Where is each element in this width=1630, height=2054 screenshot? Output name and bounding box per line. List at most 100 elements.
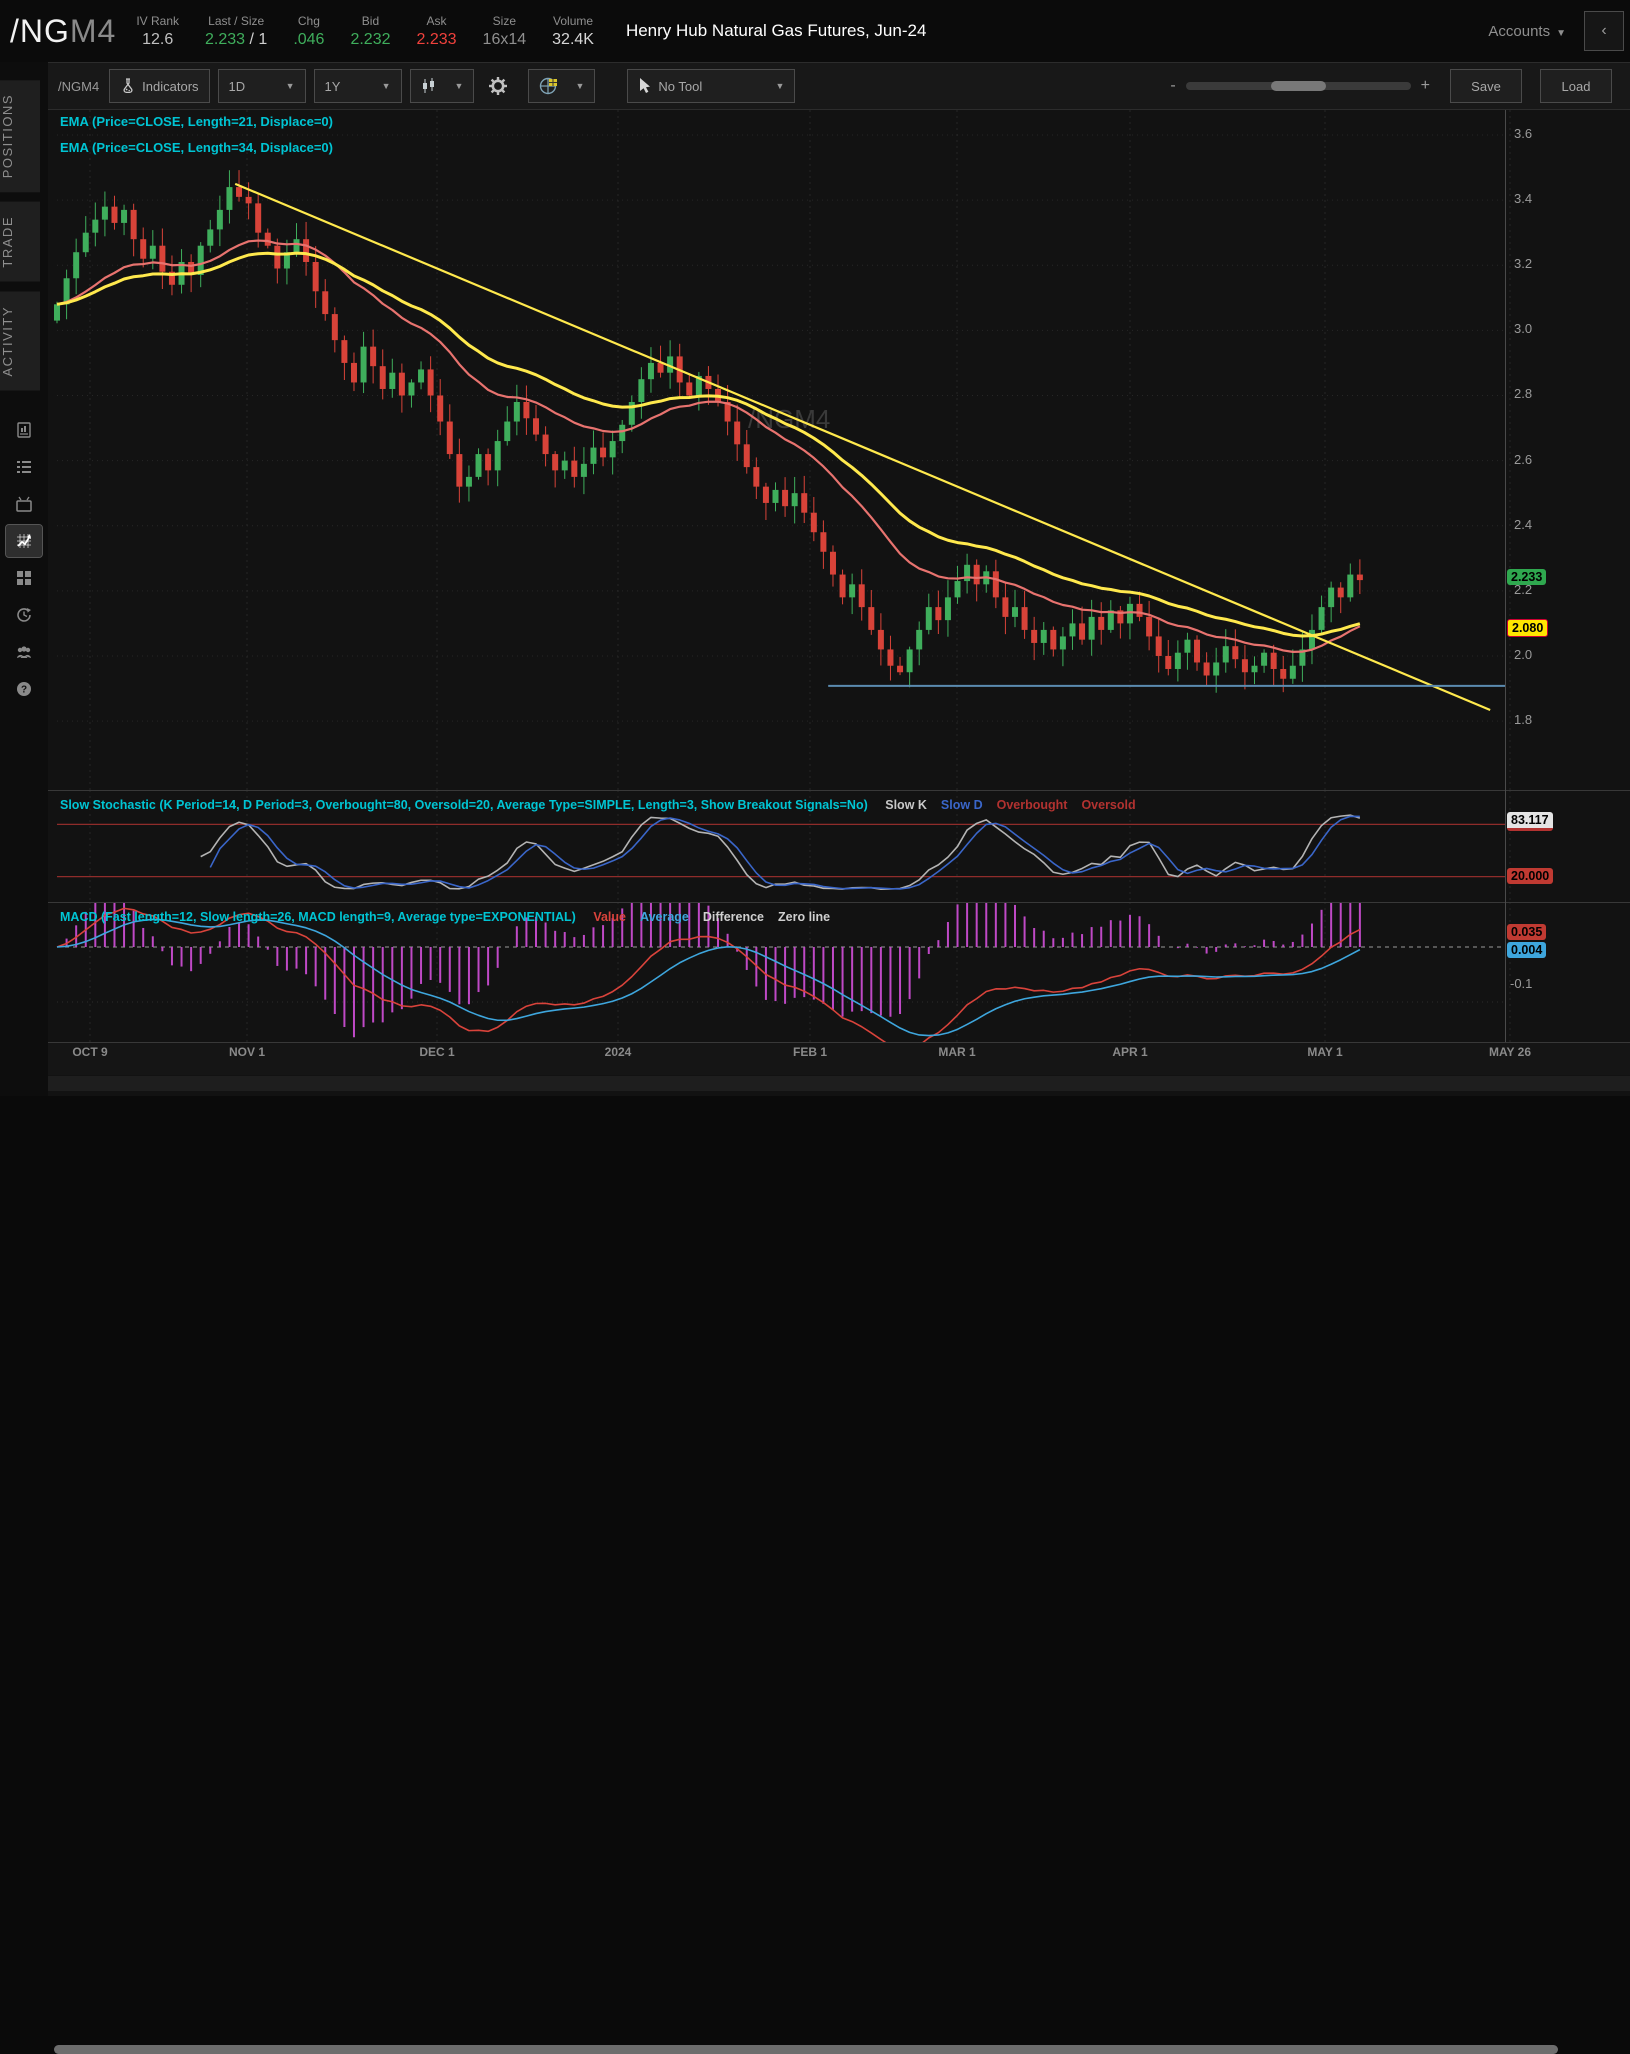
time-axis[interactable] [48,1042,1630,1075]
macd-params: MACD (Fast length=12, Slow length=26, MA… [60,910,576,924]
zoom-slider[interactable] [1185,81,1411,91]
quote-field-label: Bid [361,13,380,28]
sidebar-chart-icon[interactable] [5,524,43,559]
quote-field-size: Size 16x14 [483,14,527,49]
time-tick-label: MAY 1 [1307,1045,1343,1059]
sidebar-icons: ? [0,414,48,710]
quote-field-value: 2.233 [416,30,457,48]
sidebar-tabs: POSITIONS TRADE ACTIVITY [0,62,48,400]
left-sidebar: POSITIONS TRADE ACTIVITY ? [0,62,48,1096]
quote-field-label: Ask [426,13,447,28]
collapse-panel-button[interactable]: ‹ [1584,11,1624,51]
time-tick-label: FEB 1 [792,1045,828,1059]
load-label: Load [1561,78,1591,94]
time-tick-label: APR 1 [1112,1045,1148,1059]
grid-icon [17,571,31,586]
range-dropdown[interactable]: 1Y ▼ [313,69,402,103]
indicators-button[interactable]: Indicators [109,69,210,103]
watchlist-icon [17,461,31,474]
beaker-icon [123,78,133,94]
zoom-out-button[interactable]: - [1160,77,1185,95]
sidebar-tv-icon[interactable] [6,488,42,520]
flexible-grid-icon [540,77,558,95]
chart-symbol-label: /NGM4 [58,78,100,94]
sidebar-help-icon[interactable]: ? [6,673,42,705]
sidebar-watchlist-icon[interactable] [6,451,42,483]
chart-scrollbar-thumb[interactable] [54,2045,1558,2054]
time-tick-label: 2024 [604,1045,632,1059]
quote-field-ask: Ask 2.233 [417,14,457,49]
panel-divider[interactable] [48,790,1630,791]
quote-field-value: 2.232 [350,30,391,48]
sidebar-tab-activity[interactable]: ACTIVITY [0,291,40,391]
price-tick-label: 2.6 [1514,451,1533,467]
macd-legend: Value Average Difference Zero line [579,910,830,924]
symbol-title: /NGM4 [10,13,116,50]
sidebar-history-icon[interactable] [6,599,42,631]
ema34-study-label[interactable]: EMA (Price=CLOSE, Length=34, Displace=0) [60,140,333,155]
ema21-study-label[interactable]: EMA (Price=CLOSE, Length=21, Displace=0) [60,114,333,129]
quote-field-iv-rank: IV Rank 12.6 [136,14,179,49]
cursor-icon [640,78,651,93]
top-header: /NGM4 IV Rank 12.6 Last / Size 2.233 / 1 Chg… [0,0,1630,62]
report-icon [17,422,31,439]
price-tick-label: 3.4 [1514,191,1533,207]
save-button[interactable]: Save [1450,69,1522,103]
legend-zero-line: Zero line [778,910,831,924]
last-price-badge: 2.233 [1507,569,1547,585]
stochastic-study-label[interactable]: Slow Stochastic (K Period=14, D Period=3… [60,798,1136,812]
sidebar-tab-trade[interactable]: TRADE [0,202,40,282]
drawing-tool-dropdown[interactable]: No Tool ▼ [627,69,796,103]
sidebar-grid-icon[interactable] [6,562,42,594]
sidebar-community-icon[interactable] [6,636,42,668]
community-icon [17,646,31,659]
contract-title: Henry Hub Natural Gas Futures, Jun-24 [625,21,927,40]
zoom-slider-thumb[interactable] [1270,81,1326,91]
accounts-label: Accounts [1488,22,1551,40]
timeframe-value: 1D [228,78,246,94]
price-tick-label: 2.8 [1514,386,1533,402]
quote-field-value: 32.4K [552,30,594,48]
zoom-in-button[interactable]: + [1411,77,1440,95]
legend-oversold: Oversold [1081,798,1136,812]
load-button[interactable]: Load [1540,69,1612,103]
time-tick-label: MAR 1 [938,1045,976,1059]
chart-settings-button[interactable] [482,69,520,103]
time-tick-label: OCT 9 [72,1045,108,1059]
chevron-left-icon: ‹ [1601,22,1607,39]
macd-study-label[interactable]: MACD (Fast length=12, Slow length=26, MA… [60,910,830,924]
accounts-dropdown[interactable]: Accounts ▼ [1488,23,1566,40]
time-tick-label: NOV 1 [228,1045,266,1059]
macd-value-badge: 0.035 [1507,924,1547,940]
sidebar-tab-positions[interactable]: POSITIONS [0,80,40,193]
quote-field-chg: Chg .046 [293,14,324,49]
quote-field-label: Last / Size [208,13,265,28]
sidebar-report-icon[interactable] [6,414,42,446]
chart-toolbar: /NGM4 Indicators 1D ▼ 1Y ▼ ▼ ▼ No Tool ▼… [48,62,1630,110]
chart-icon [17,534,31,549]
macd-axis-tick: -0.1 [1510,976,1533,991]
quote-field-value: .046 [293,30,325,48]
price-tick-label: 1.8 [1514,712,1533,728]
chart-scrollbar-track[interactable] [48,1076,1630,2054]
chevron-down-icon: ▼ [1556,27,1566,39]
symbol-root: /NG [10,12,70,49]
chart-type-dropdown[interactable]: ▼ [409,69,475,103]
quote-field-value: 2.233 / 1 [205,30,268,48]
grid-style-dropdown[interactable]: ▼ [528,69,596,103]
price-tick-label: 3.2 [1514,256,1533,272]
chevron-down-icon: ▼ [775,81,785,91]
candlestick-icon [422,78,434,93]
quote-field-last-size: Last / Size 2.233 / 1 [205,14,267,49]
price-tick-label: 2.4 [1514,516,1533,532]
chart-area[interactable]: /NGM4 EMA (Price=CLOSE, Length=21, Displ… [48,110,1630,2054]
price-tick-label: 3.6 [1514,126,1533,141]
quote-field-label: Size [492,13,517,28]
timeframe-dropdown[interactable]: 1D ▼ [217,69,306,103]
price-tick-label: 2.0 [1514,646,1533,662]
tv-icon [16,497,32,513]
panel-divider[interactable] [48,902,1630,903]
price-panel[interactable]: /NGM4 [48,110,1630,790]
stochastic-oversold-badge: 20.000 [1507,868,1554,884]
macd-average-badge: 0.004 [1507,942,1547,958]
